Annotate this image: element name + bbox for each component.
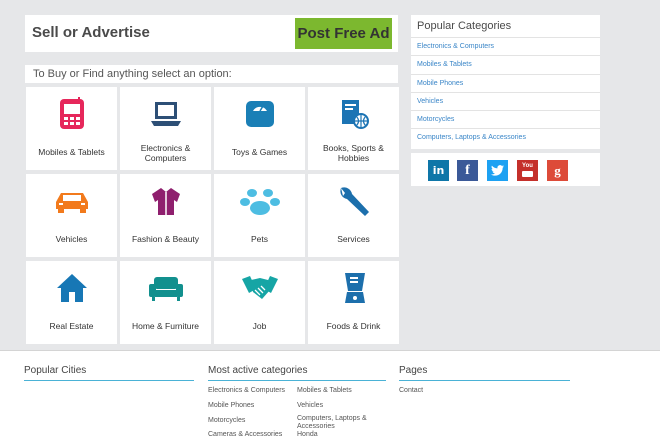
popular-category-link[interactable]: Computers, Laptops & Accessories: [411, 128, 600, 146]
category-label: Real Estate: [49, 321, 94, 331]
popular-categories-title: Popular Categories: [417, 20, 512, 32]
category-label: Services: [337, 234, 370, 244]
active-category-link[interactable]: Electronics & Computers: [208, 387, 285, 395]
scale-icon: [245, 101, 274, 127]
category-label: Vehicles: [55, 234, 88, 244]
category-label: Pets: [250, 234, 268, 244]
popular-categories-panel: Popular Categories Electronics & Compute…: [411, 15, 600, 149]
active-category-link[interactable]: Mobiles & Tablets: [297, 387, 352, 395]
popular-categories-list: Electronics & Computers Mobiles & Tablet…: [411, 37, 600, 147]
popular-category-link[interactable]: Mobiles & Tablets: [411, 55, 600, 73]
car-icon: [55, 193, 88, 213]
most-active-underline: [208, 380, 386, 381]
book-ball-icon: [341, 100, 369, 129]
active-category-link[interactable]: Cameras & Accessories: [208, 431, 282, 439]
popular-cities-title: Popular Cities: [24, 365, 87, 376]
google-plus-icon[interactable]: g: [547, 160, 568, 181]
popular-category-link[interactable]: Electronics & Computers: [411, 37, 600, 55]
category-electronics-computers[interactable]: Electronics & Computers: [120, 87, 211, 170]
popular-category-link[interactable]: Vehicles: [411, 91, 600, 110]
youtube-icon[interactable]: You: [517, 160, 538, 181]
paw-icon: [239, 189, 280, 215]
category-label: Foods & Drink: [326, 321, 381, 331]
category-label: Mobiles & Tablets: [38, 147, 105, 157]
page-link-contact[interactable]: Contact: [399, 387, 423, 395]
linkedin-icon[interactable]: in: [428, 160, 449, 181]
main-area: Sell or Advertise Post Free Ad To Buy or…: [0, 0, 660, 350]
laptop-icon: [150, 102, 181, 126]
category-services[interactable]: Services: [308, 174, 399, 257]
post-free-ad-button[interactable]: Post Free Ad: [295, 18, 392, 49]
popular-cities-underline: [24, 380, 194, 381]
select-prompt: To Buy or Find anything select an option…: [25, 65, 398, 83]
pages-underline: [399, 380, 570, 381]
active-category-link[interactable]: Honda: [297, 431, 318, 439]
category-label: Toys & Games: [231, 147, 288, 157]
most-active-title: Most active categories: [208, 365, 308, 376]
shirt-icon: [151, 188, 180, 215]
sell-title: Sell or Advertise: [32, 24, 150, 41]
sofa-icon: [148, 277, 183, 301]
category-foods-drink[interactable]: Foods & Drink: [308, 261, 399, 344]
category-label: Home & Furniture: [131, 321, 200, 331]
category-job[interactable]: Job: [214, 261, 305, 344]
category-toys-games[interactable]: Toys & Games: [214, 87, 305, 170]
category-home-furniture[interactable]: Home & Furniture: [120, 261, 211, 344]
pages-title: Pages: [399, 365, 428, 376]
sell-bar: Sell or Advertise Post Free Ad: [25, 15, 398, 52]
wrench-icon: [339, 187, 369, 216]
footer-divider: [0, 350, 660, 351]
category-books-sports-hobbies[interactable]: Books, Sports & Hobbies: [308, 87, 399, 170]
facebook-icon[interactable]: f: [457, 160, 478, 181]
active-category-link[interactable]: Motorcycles: [208, 417, 245, 425]
category-real-estate[interactable]: Real Estate: [26, 261, 117, 344]
popular-category-link[interactable]: Mobile Phones: [411, 73, 600, 92]
house-icon: [56, 274, 87, 302]
active-category-link[interactable]: Vehicles: [297, 402, 323, 410]
category-grid: Mobiles & Tablets Electronics & Computer…: [26, 87, 399, 344]
active-category-link[interactable]: Mobile Phones: [208, 402, 254, 410]
youtube-play-glyph: [522, 171, 533, 177]
twitter-bird-glyph: [491, 165, 504, 176]
active-category-link[interactable]: Computers, Laptops & Accessories: [297, 415, 377, 431]
popular-category-link[interactable]: Motorcycles: [411, 110, 600, 128]
blender-icon: [344, 273, 365, 303]
category-fashion-beauty[interactable]: Fashion & Beauty: [120, 174, 211, 257]
twitter-icon[interactable]: t: [487, 160, 508, 181]
category-vehicles[interactable]: Vehicles: [26, 174, 117, 257]
category-label: Books, Sports & Hobbies: [323, 143, 384, 163]
youtube-label: You: [522, 163, 533, 169]
social-links: in f t You g: [411, 153, 600, 186]
category-label: Job: [252, 321, 267, 331]
category-mobiles-tablets[interactable]: Mobiles & Tablets: [26, 87, 117, 170]
category-label: Fashion & Beauty: [131, 234, 200, 244]
category-label: Electronics & Computers: [140, 143, 191, 163]
category-pets[interactable]: Pets: [214, 174, 305, 257]
handshake-icon: [241, 276, 278, 299]
tablet-icon: [59, 97, 84, 129]
